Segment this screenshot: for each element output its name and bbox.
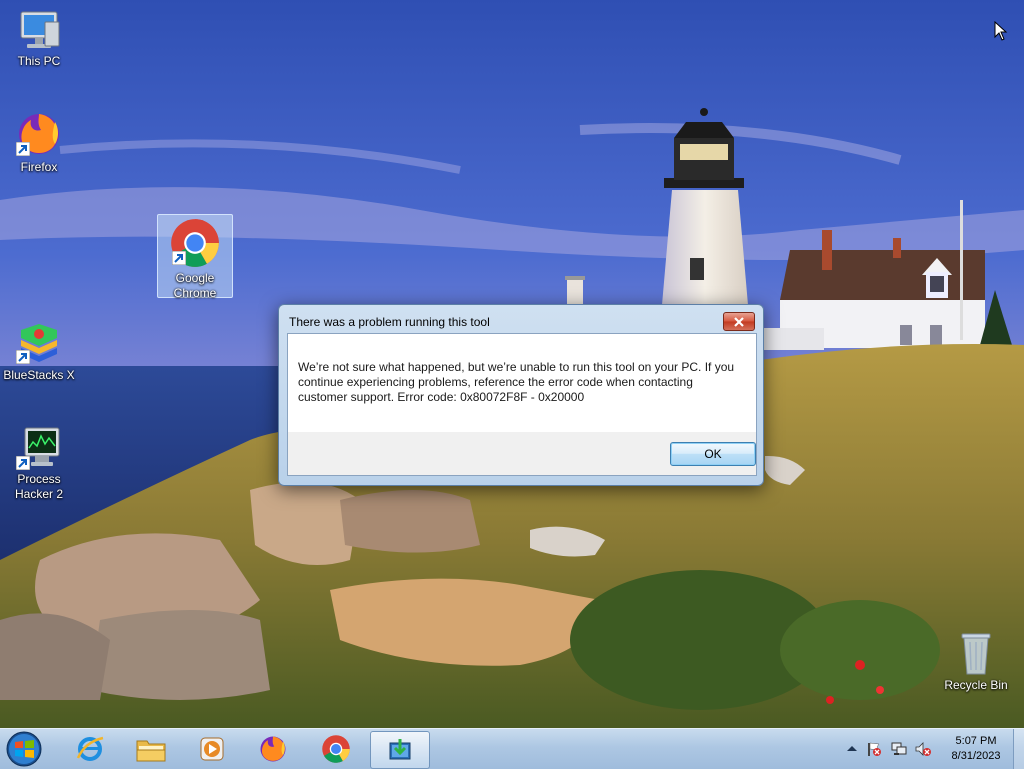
start-orb-icon: [6, 731, 42, 767]
mouse-cursor-icon: [994, 21, 1008, 41]
media-creation-tool-icon: [389, 739, 411, 760]
desktop-icon-process-hacker[interactable]: Process Hacker 2: [2, 426, 76, 508]
action-center-flag-icon[interactable]: [866, 741, 882, 757]
clock-date: 8/31/2023: [951, 750, 1001, 762]
network-icon[interactable]: [891, 741, 907, 757]
volume-muted-icon[interactable]: [915, 741, 931, 757]
desktop-icon-bluestacks[interactable]: BlueStacks X: [2, 320, 76, 386]
internet-explorer-icon: [76, 736, 104, 761]
taskbar-chrome[interactable]: [308, 731, 364, 767]
firefox-icon: [260, 736, 286, 762]
taskbar-firefox[interactable]: [245, 731, 301, 767]
desktop-icon-label: BlueStacks X: [3, 368, 75, 382]
system-clock[interactable]: 5:07 PM 8/31/2023: [940, 734, 1012, 764]
desktop-icon-label: Firefox: [20, 160, 58, 174]
desktop-icon-google-chrome[interactable]: Google Chrome: [157, 214, 233, 300]
close-button[interactable]: [723, 312, 755, 331]
file-explorer-icon: [136, 740, 166, 762]
shortcut-arrow-icon: [16, 142, 30, 156]
taskbar-file-explorer[interactable]: [123, 731, 179, 767]
error-message: We’re not sure what happened, but we’re …: [298, 360, 735, 404]
shortcut-arrow-icon: [16, 456, 30, 470]
shortcut-arrow-icon: [172, 251, 186, 265]
media-player-icon: [200, 737, 224, 761]
start-button[interactable]: [4, 730, 44, 768]
recycle-bin-icon: [961, 633, 991, 675]
error-dialog: There was a problem running this tool We…: [278, 304, 764, 486]
desktop-icon-label: This PC: [17, 54, 61, 68]
taskbar-media-creation-tool[interactable]: [370, 731, 430, 769]
chrome-icon: [322, 735, 350, 763]
ok-button[interactable]: OK: [670, 442, 756, 466]
dialog-title: There was a problem running this tool: [289, 315, 490, 329]
dialog-button-bar: OK: [287, 432, 757, 476]
taskbar-media-player[interactable]: [184, 731, 240, 767]
computer-icon: [20, 11, 60, 48]
desktop-icon-this-pc[interactable]: This PC: [2, 8, 76, 74]
clock-time: 5:07 PM: [955, 735, 997, 747]
taskbar: 5:07 PM 8/31/2023: [0, 728, 1024, 769]
close-icon: [734, 316, 744, 327]
desktop-icon-firefox[interactable]: Firefox: [2, 110, 76, 176]
taskbar-internet-explorer[interactable]: [62, 731, 118, 767]
desktop-icon-label: Recycle Bin: [944, 678, 1008, 692]
dialog-content: We’re not sure what happened, but we’re …: [287, 333, 757, 432]
desktop-icon-label: Process Hacker 2: [14, 472, 64, 501]
desktop-icon-recycle-bin[interactable]: Recycle Bin: [940, 630, 1012, 696]
show-desktop-button[interactable]: [1013, 729, 1024, 769]
show-hidden-icons-icon[interactable]: [844, 741, 860, 757]
desktop-icon-label: Google Chrome: [173, 271, 217, 300]
shortcut-arrow-icon: [16, 350, 30, 364]
